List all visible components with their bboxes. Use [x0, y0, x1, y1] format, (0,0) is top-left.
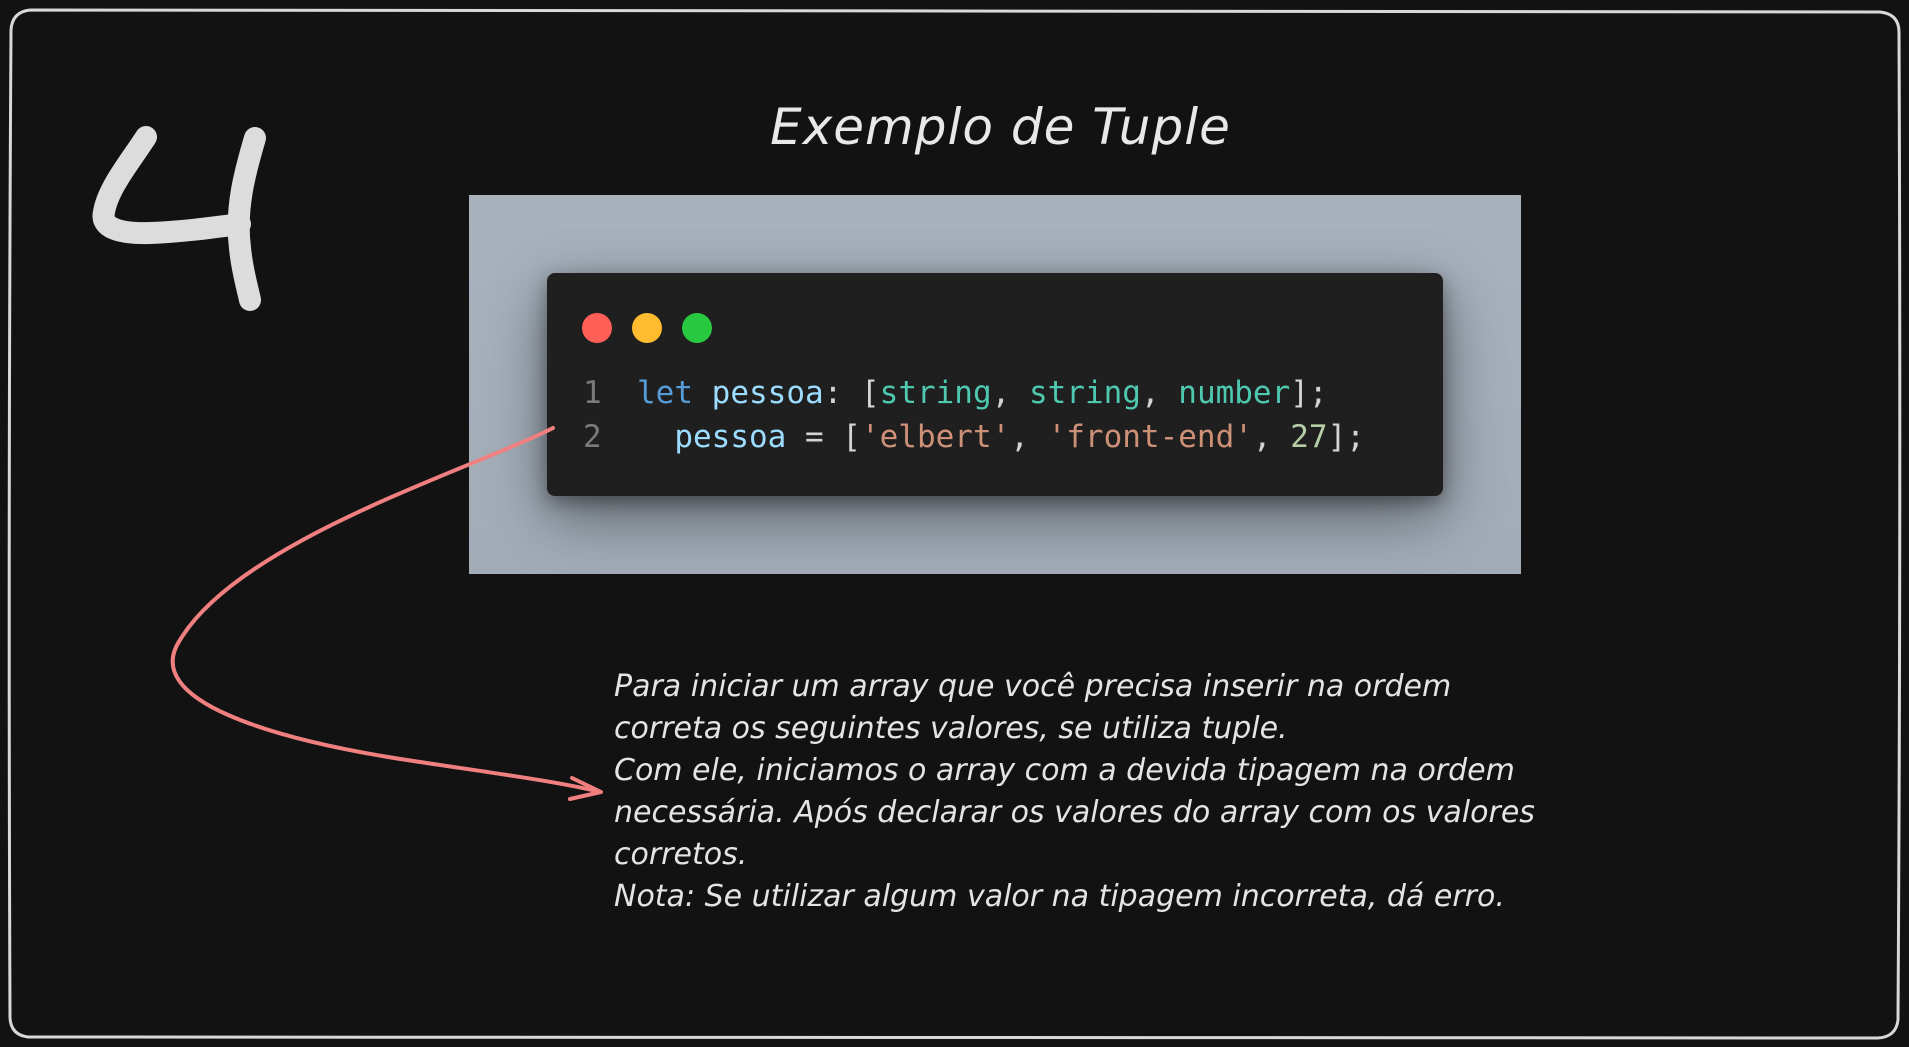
- code-punctuation: : [: [823, 375, 880, 411]
- code-line-2: 2 pessoa = ['elbert', 'front-end', 27];: [583, 415, 1365, 459]
- diagram-canvas: Exemplo de Tuple 1 let pessoa: [string, s…: [0, 0, 1909, 1047]
- description-text: Para iniciar um array que você precisa i…: [614, 666, 1734, 918]
- minimize-dot-icon: [632, 313, 662, 343]
- description-line: correta os seguintes valores, se utiliza…: [614, 711, 1288, 746]
- code-snippet-background: 1 let pessoa: [string, string, number]; 2 …: [469, 195, 1521, 574]
- code-punctuation: ,: [1252, 419, 1291, 455]
- code-string: 'elbert': [860, 419, 1011, 455]
- code-window: 1 let pessoa: [string, string, number]; 2 …: [547, 273, 1443, 496]
- description-line: Com ele, iniciamos o array com a devida …: [614, 753, 1515, 788]
- code-punctuation: = [: [786, 419, 861, 455]
- code-punctuation: ,: [1010, 419, 1048, 455]
- code-variable: pessoa: [674, 419, 787, 455]
- maximize-dot-icon: [682, 313, 712, 343]
- description-line: necessária. Após declarar os valores do …: [614, 795, 1535, 830]
- description-line: Nota: Se utilizar algum valor na tipagem…: [614, 879, 1505, 914]
- code-variable: pessoa: [711, 375, 824, 411]
- code-type: string: [879, 375, 992, 411]
- code-punctuation: ];: [1290, 375, 1328, 411]
- code-punctuation: ];: [1327, 419, 1365, 455]
- line-number: 1: [583, 375, 602, 411]
- window-controls: [582, 313, 712, 343]
- slide-title: Exemplo de Tuple: [770, 98, 1231, 156]
- code-type: number: [1178, 375, 1291, 411]
- code-number: 27: [1290, 419, 1328, 455]
- description-line: corretos.: [614, 837, 748, 872]
- code-punctuation: ,: [1140, 375, 1179, 411]
- code-keyword: let: [637, 375, 693, 411]
- code-block: 1 let pessoa: [string, string, number]; 2 …: [583, 371, 1365, 459]
- line-number: 2: [583, 419, 602, 455]
- code-punctuation: ,: [991, 375, 1029, 411]
- close-dot-icon: [582, 313, 612, 343]
- code-string: 'front-end': [1047, 419, 1253, 455]
- code-type: string: [1028, 375, 1141, 411]
- code-line-1: 1 let pessoa: [string, string, number];: [583, 371, 1365, 415]
- description-line: Para iniciar um array que você precisa i…: [614, 669, 1452, 704]
